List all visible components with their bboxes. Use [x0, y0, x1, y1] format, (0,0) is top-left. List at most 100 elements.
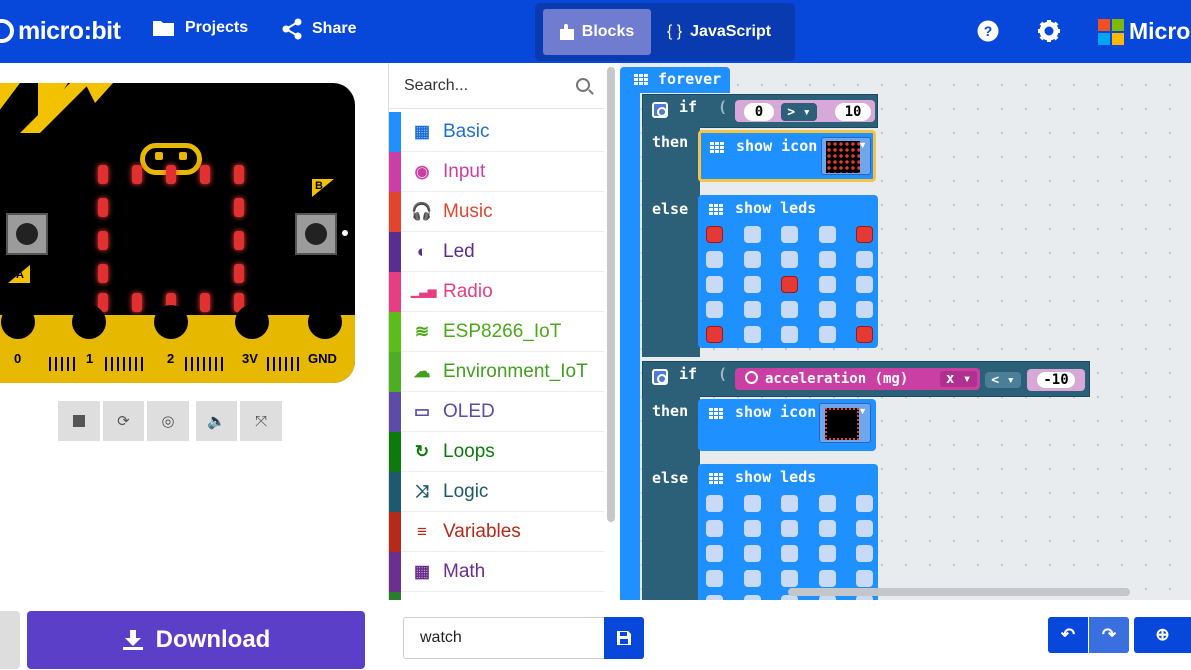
led-cell[interactable]	[743, 570, 761, 587]
led-cell[interactable]	[743, 545, 761, 562]
undo-button[interactable]: ↶	[1048, 617, 1088, 653]
category-music[interactable]: 🎧 Music	[389, 192, 604, 232]
category-environment-iot[interactable]: ☁ Environment_IoT	[389, 352, 604, 392]
led-cell[interactable]	[856, 251, 873, 268]
category-esp8266-iot[interactable]: ≋ ESP8266_IoT	[389, 312, 604, 352]
workspace-scrollbar[interactable]	[788, 588, 1130, 596]
led-cell[interactable]	[743, 226, 761, 243]
restart-icon[interactable]: ⟳	[102, 401, 145, 441]
category-math[interactable]: ▦ Math	[389, 552, 604, 592]
led-cell[interactable]	[856, 570, 873, 587]
led-cell[interactable]	[781, 545, 798, 562]
category-loops[interactable]: ↻ Loops	[389, 432, 604, 472]
led-cell[interactable]	[818, 251, 836, 268]
icon-dropdown[interactable]: ▼	[821, 137, 871, 175]
share-button[interactable]: Share	[281, 18, 356, 40]
led-cell[interactable]	[706, 276, 723, 293]
led-cell[interactable]	[856, 226, 873, 243]
led-cell[interactable]	[818, 520, 836, 537]
operator-dropdown[interactable]: < ▾	[985, 372, 1021, 388]
led-cell[interactable]	[818, 276, 836, 293]
sound-icon[interactable]: 🔈	[195, 401, 238, 441]
led-cell[interactable]	[706, 495, 723, 512]
microbit-logo[interactable]: micro:bit	[0, 13, 121, 49]
redo-button[interactable]: ↷	[1089, 617, 1129, 653]
projects-button[interactable]: Projects	[152, 18, 248, 38]
led-cell[interactable]	[856, 520, 873, 537]
axis-dropdown[interactable]: x ▾	[940, 371, 978, 387]
led-cell[interactable]	[856, 495, 873, 512]
led-cell[interactable]	[706, 326, 723, 343]
led-cell[interactable]	[856, 326, 873, 343]
blocks-workspace[interactable]: forever if ( 0 > ▾ 10 then else show ico…	[620, 63, 1191, 600]
icon-dropdown[interactable]: ▼	[819, 403, 871, 443]
blocks-tab[interactable]: Blocks	[543, 9, 651, 55]
button-a[interactable]	[6, 213, 48, 255]
led-cell[interactable]	[706, 545, 723, 562]
led-cell[interactable]	[743, 251, 761, 268]
right-value-input[interactable]: 10	[835, 103, 871, 121]
right-value-input[interactable]: -10	[1027, 369, 1085, 391]
led-cell[interactable]	[743, 520, 761, 537]
pin-gnd[interactable]	[308, 305, 342, 339]
pin-2[interactable]	[154, 305, 188, 339]
microsoft-logo[interactable]: Micros	[1098, 18, 1191, 45]
led-cell[interactable]	[781, 251, 798, 268]
if-block-1[interactable]: if ( 0 > ▾ 10	[642, 94, 878, 128]
toolbox-scrollbar[interactable]	[607, 67, 615, 522]
led-cell[interactable]	[706, 251, 723, 268]
led-cell[interactable]	[781, 520, 798, 537]
led-cell[interactable]	[818, 226, 836, 243]
led-cell[interactable]	[818, 570, 836, 587]
led-cell[interactable]	[818, 301, 836, 318]
project-name-input[interactable]: watch	[403, 617, 606, 659]
pin-1[interactable]	[72, 305, 106, 339]
category-logic[interactable]: ⤨ Logic	[389, 472, 604, 512]
download-button[interactable]: Download	[27, 611, 365, 669]
acceleration-block[interactable]: acceleration (mg) x ▾	[735, 368, 980, 390]
slow-mo-icon[interactable]: ◎	[147, 401, 189, 441]
led-cell[interactable]	[781, 570, 798, 587]
forever-block[interactable]: forever	[620, 67, 730, 93]
left-value-input[interactable]: 0	[744, 103, 774, 121]
led-cell[interactable]	[743, 276, 761, 293]
led-cell[interactable]	[781, 226, 798, 243]
led-cell[interactable]	[781, 495, 798, 512]
show-icon-block-2[interactable]: show icon ▼	[698, 399, 876, 451]
save-button[interactable]	[604, 617, 644, 659]
led-cell[interactable]	[781, 276, 798, 293]
search-input[interactable]: Search...	[389, 63, 604, 109]
pin-0[interactable]	[1, 305, 35, 339]
led-cell[interactable]	[818, 326, 836, 343]
button-b[interactable]	[295, 213, 337, 255]
led-cell[interactable]	[706, 301, 723, 318]
led-cell[interactable]	[706, 226, 723, 243]
if-block-2[interactable]: if ( acceleration (mg) x ▾ < ▾ -10	[642, 361, 1090, 397]
sim-toggle-button[interactable]	[0, 611, 20, 669]
gear-icon[interactable]	[1038, 20, 1060, 42]
javascript-tab[interactable]: { } JavaScript	[667, 9, 771, 55]
category-radio[interactable]: ▁▃▅ Radio	[389, 272, 604, 312]
stop-icon[interactable]	[58, 401, 100, 441]
microbit-board[interactable]: A B 0 1 2 3V GND	[0, 83, 355, 383]
question-circle-icon[interactable]: ?	[977, 20, 999, 42]
fullscreen-icon[interactable]: ⤧	[240, 401, 282, 441]
led-cell[interactable]	[818, 545, 836, 562]
led-cell[interactable]	[781, 301, 798, 318]
led-cell[interactable]	[743, 495, 761, 512]
settings-gear-icon[interactable]	[652, 102, 668, 118]
led-cell[interactable]	[856, 276, 873, 293]
category-input[interactable]: ◉ Input	[389, 152, 604, 192]
led-cell[interactable]	[856, 545, 873, 562]
led-cell[interactable]	[706, 570, 723, 587]
led-cell[interactable]	[743, 301, 761, 318]
show-leds-block-2[interactable]: show leds	[698, 464, 878, 600]
zoom-in-button[interactable]: ⊕	[1134, 617, 1191, 653]
show-icon-block-1[interactable]: show icon ▼	[698, 130, 876, 182]
pin-3v[interactable]	[235, 305, 269, 339]
led-cell[interactable]	[818, 495, 836, 512]
show-leds-block-1[interactable]: show leds	[698, 195, 878, 348]
category-variables[interactable]: ≡ Variables	[389, 512, 604, 552]
search-icon[interactable]	[576, 78, 590, 92]
category-led[interactable]: ◐ Led	[389, 232, 604, 272]
